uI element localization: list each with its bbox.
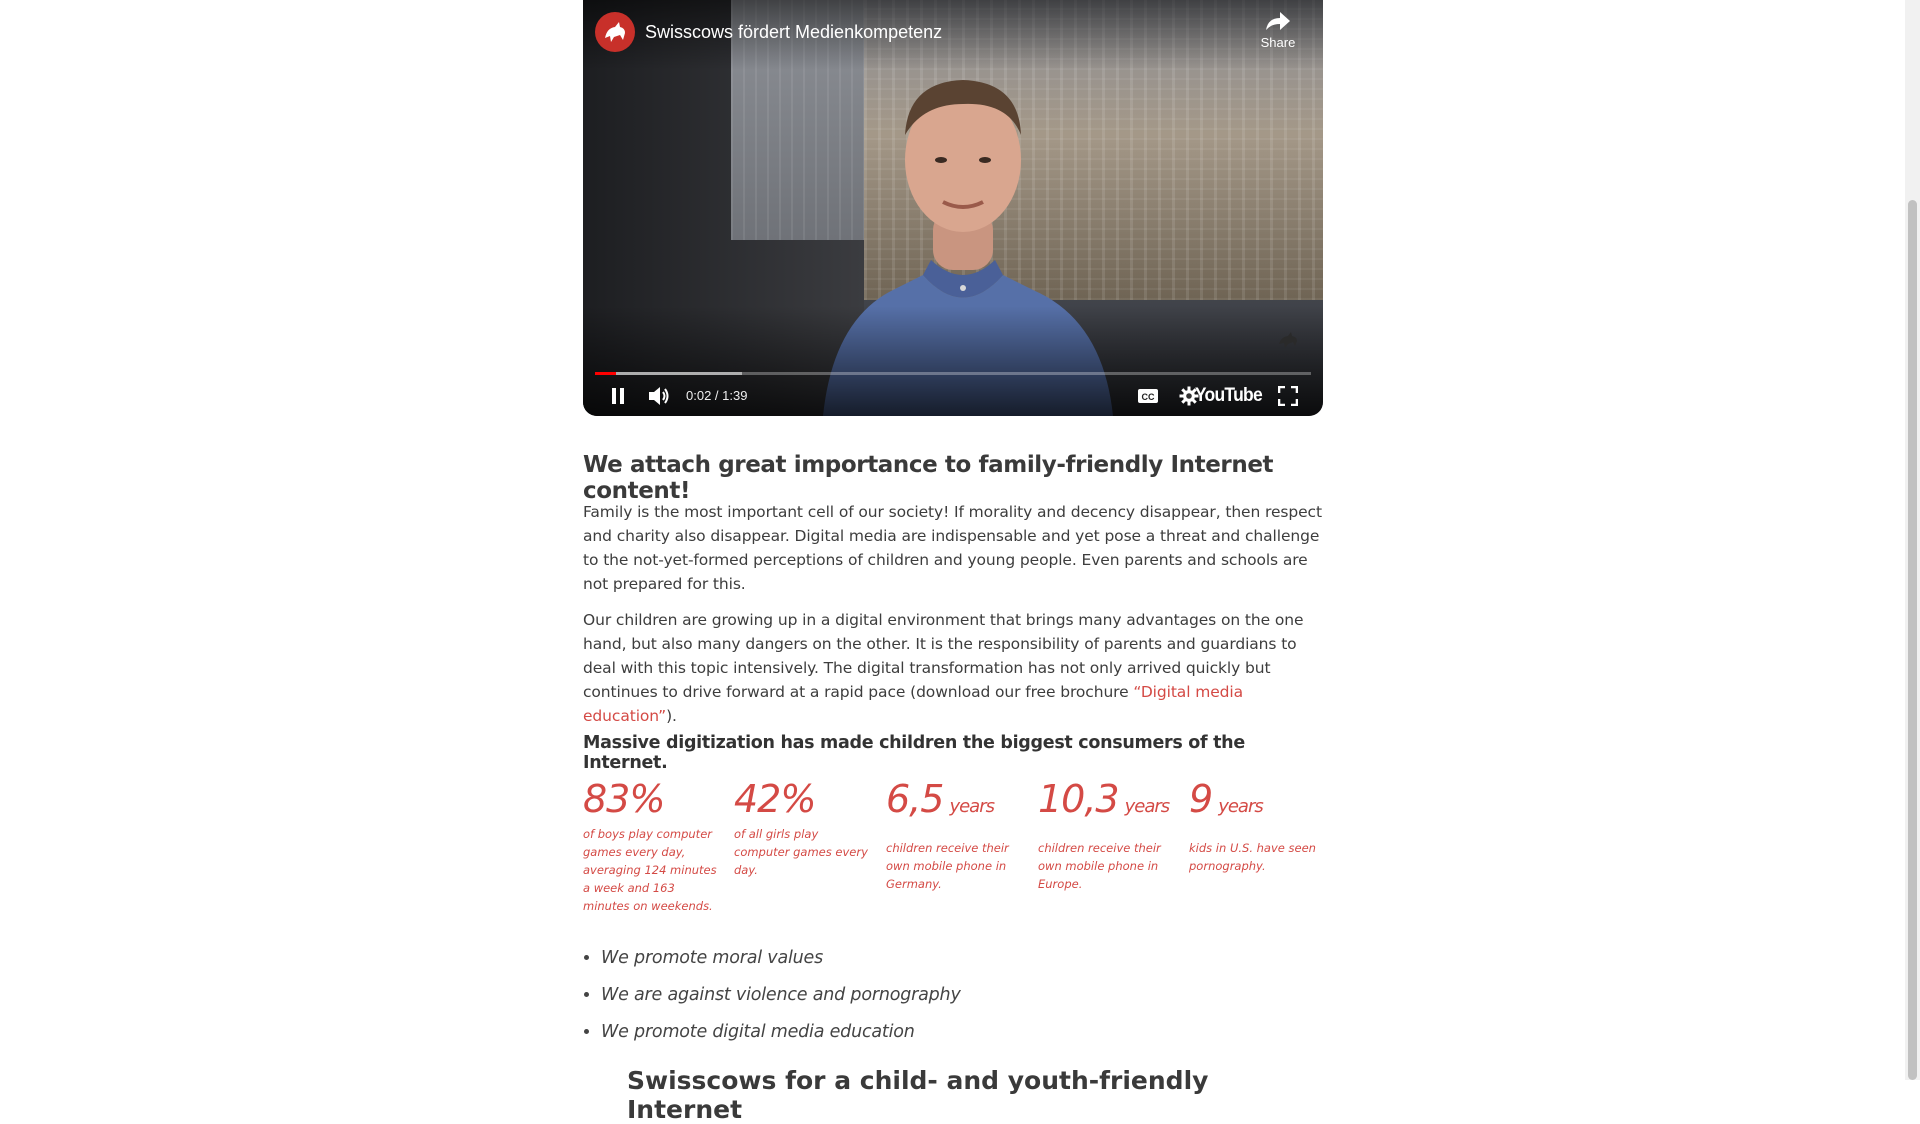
paragraph-text-end: ). — [666, 707, 677, 725]
next-section-heading: Swisscows for a child- and youth-friendl… — [627, 1066, 1209, 1124]
paragraph-digital-environment: Our children are growing up in a digital… — [583, 608, 1323, 728]
values-list: We promote moral values We are against v… — [583, 940, 961, 1051]
youtube-logo[interactable]: YouTube — [1195, 378, 1263, 414]
swisscows-logo-icon — [605, 22, 625, 42]
stat-value: 83% — [583, 777, 665, 821]
stat-unit: years — [1218, 796, 1264, 817]
pause-button[interactable] — [603, 378, 633, 414]
stat-item: 10,3 years children receive their own mob… — [1038, 775, 1178, 893]
stat-unit: years — [1124, 796, 1171, 817]
stat-item: 6,5 years children receive their own mobi… — [886, 775, 1026, 893]
video-progress-bar[interactable] — [595, 372, 1311, 375]
volume-icon — [649, 387, 669, 405]
stat-unit: years — [949, 796, 995, 817]
stat-item: 83% of boys play computer games every da… — [583, 775, 723, 915]
share-button[interactable]: Share — [1253, 10, 1303, 50]
watermark-icon — [1279, 332, 1297, 348]
stat-item: 9 years kids in U.S. have seen pornograph… — [1189, 775, 1329, 875]
stat-description: of boys play computer games every day, a… — [583, 827, 717, 913]
svg-text:CC: CC — [1142, 392, 1155, 402]
video-title[interactable]: Swisscows fördert Medienkompetenz — [645, 22, 942, 43]
stat-value: 42% — [734, 777, 816, 821]
stat-description: kids in U.S. have seen pornography. — [1189, 841, 1316, 873]
stat-description: children receive their own mobile phone … — [886, 841, 1009, 891]
scrollbar-thumb[interactable] — [1908, 200, 1917, 1080]
time-display: 0:02 / 1:39 — [686, 388, 748, 403]
stat-item: 42% of all girls play computer games eve… — [734, 775, 874, 879]
stat-value: 9 — [1189, 777, 1213, 821]
subtitles-button[interactable]: CC — [1133, 378, 1163, 414]
share-icon — [1266, 12, 1290, 30]
stat-value: 6,5 — [886, 777, 944, 821]
subtitles-icon: CC — [1138, 389, 1158, 403]
stat-description: of all girls play computer games every d… — [734, 827, 868, 877]
pause-icon — [612, 388, 624, 404]
list-item: We promote digital media education — [601, 1014, 961, 1051]
stats-heading: Massive digitization has made children t… — [583, 733, 1245, 773]
fullscreen-icon — [1278, 386, 1298, 406]
section-heading: We attach great importance to family-fri… — [583, 452, 1274, 504]
list-item: We promote moral values — [601, 940, 961, 977]
stats-row: 83% of boys play computer games every da… — [583, 775, 1343, 915]
channel-logo[interactable] — [595, 12, 635, 52]
mute-button[interactable] — [643, 378, 675, 414]
list-item: We are against violence and pornography — [601, 977, 961, 1014]
progress-buffered — [595, 372, 742, 375]
video-controls: 0:02 / 1:39 CC YouTube — [583, 378, 1323, 414]
stat-description: children receive their own mobile phone … — [1038, 841, 1161, 891]
share-label: Share — [1260, 35, 1296, 50]
page-scrollbar[interactable] — [1905, 0, 1920, 1080]
paragraph-family: Family is the most important cell of our… — [583, 503, 1322, 593]
video-player[interactable]: Swisscows fördert Medienkompetenz Share — [583, 0, 1323, 416]
channel-watermark[interactable] — [1277, 330, 1301, 354]
progress-played — [595, 372, 617, 375]
stat-value: 10,3 — [1038, 777, 1120, 821]
fullscreen-button[interactable] — [1273, 378, 1303, 414]
